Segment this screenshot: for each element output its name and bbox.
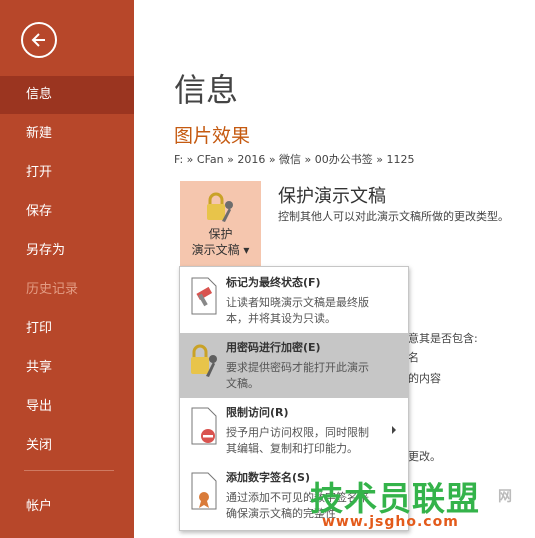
protect-section-description: 控制其他人可以对此演示文稿所做的更改类型。 bbox=[278, 210, 509, 223]
backstage-sidebar: 信息 新建 打开 保存 另存为 历史记录 打印 共享 导出 关闭 帐户 bbox=[0, 0, 134, 538]
file-path-breadcrumb: F: » CFan » 2016 » 微信 » 00办公书签 » 1125 bbox=[174, 153, 415, 166]
menu-item-mark-final[interactable]: 标记为最终状态(F) 让读者知晓演示文稿是最终版 本，并将其设为只读。 bbox=[180, 268, 408, 333]
watermark-name: 技术员联盟 bbox=[310, 479, 480, 518]
inspect-text-partial: 名 bbox=[408, 351, 419, 364]
protect-button-label: 保护 bbox=[208, 227, 233, 241]
menu-item-title: 用密码进行加密(E) bbox=[226, 341, 321, 354]
sidebar-divider bbox=[24, 470, 114, 471]
menu-item-description: 本，并将其设为只读。 bbox=[226, 312, 336, 325]
lock-key-icon bbox=[188, 341, 220, 381]
inspect-text-partial: 的内容 bbox=[408, 372, 441, 385]
watermark-net: 网 bbox=[498, 489, 512, 505]
digital-signature-icon bbox=[188, 471, 220, 511]
versions-text-partial: 更改。 bbox=[408, 450, 441, 463]
page-title: 信息 bbox=[174, 71, 239, 109]
protect-section-title: 保护演示文稿 bbox=[278, 186, 386, 207]
menu-item-encrypt-password[interactable]: 用密码进行加密(E) 要求提供密码才能打开此演示 文稿。 bbox=[180, 333, 408, 398]
restrict-access-icon bbox=[188, 406, 220, 446]
lock-key-icon bbox=[202, 191, 238, 225]
nav-close[interactable]: 关闭 bbox=[0, 427, 134, 465]
nav-new[interactable]: 新建 bbox=[0, 115, 134, 153]
nav-save[interactable]: 保存 bbox=[0, 193, 134, 231]
back-button[interactable] bbox=[21, 22, 57, 58]
menu-item-description: 授予用户访问权限，同时限制 bbox=[226, 426, 369, 439]
menu-item-title: 添加数字签名(S) bbox=[226, 471, 310, 484]
nav-info[interactable]: 信息 bbox=[0, 76, 134, 114]
protect-presentation-button[interactable]: 保护 演示文稿 ▾ bbox=[180, 181, 261, 268]
nav-save-as[interactable]: 另存为 bbox=[0, 232, 134, 270]
nav-share[interactable]: 共享 bbox=[0, 349, 134, 387]
nav-account[interactable]: 帐户 bbox=[0, 488, 134, 526]
nav-history: 历史记录 bbox=[26, 282, 79, 297]
submenu-arrow-icon bbox=[392, 426, 396, 434]
menu-item-description: 文稿。 bbox=[226, 377, 259, 390]
nav-export[interactable]: 导出 bbox=[0, 388, 134, 426]
watermark-url: www.jsgho.com bbox=[322, 514, 459, 530]
nav-open[interactable]: 打开 bbox=[0, 154, 134, 192]
menu-item-title: 限制访问(R) bbox=[226, 406, 289, 419]
mark-final-icon bbox=[188, 276, 220, 316]
menu-item-title: 标记为最终状态(F) bbox=[226, 276, 321, 289]
nav-print[interactable]: 打印 bbox=[0, 310, 134, 348]
document-name: 图片效果 bbox=[174, 125, 251, 147]
menu-item-restrict-access[interactable]: 限制访问(R) 授予用户访问权限，同时限制 其编辑、复制和打印能力。 bbox=[180, 398, 408, 463]
menu-item-description: 其编辑、复制和打印能力。 bbox=[226, 442, 358, 455]
inspect-text-partial: 意其是否包含: bbox=[408, 332, 478, 345]
back-arrow-icon bbox=[31, 33, 45, 47]
protect-button-label-2: 演示文稿 ▾ bbox=[191, 243, 250, 257]
watermark: 技术员联盟 网 www.jsgho.com bbox=[300, 470, 535, 538]
menu-item-description: 要求提供密码才能打开此演示 bbox=[226, 361, 369, 374]
menu-item-description: 让读者知晓演示文稿是最终版 bbox=[226, 296, 369, 309]
